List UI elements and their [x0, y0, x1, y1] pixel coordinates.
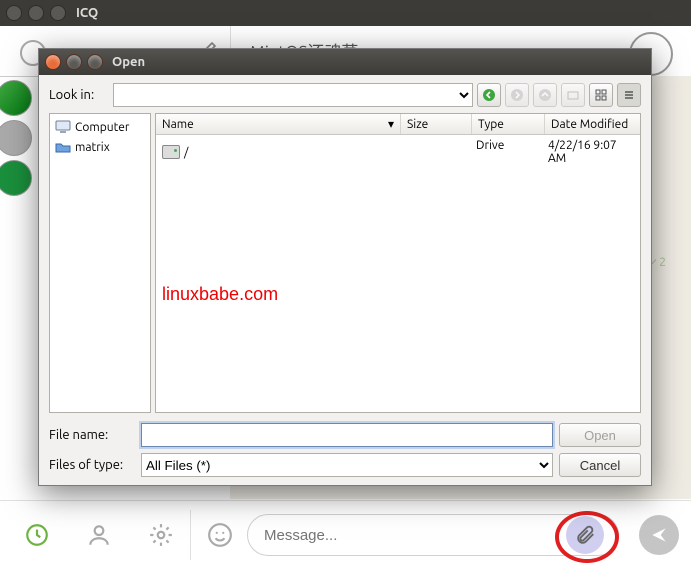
file-date: 4/22/16 9:07 AM: [542, 137, 640, 167]
sidebar-avatars: [0, 76, 30, 216]
window-close-icon[interactable]: [6, 5, 22, 21]
settings-icon[interactable]: [142, 516, 180, 554]
computer-icon: [55, 120, 71, 134]
recent-icon[interactable]: [18, 516, 56, 554]
cancel-button[interactable]: Cancel: [559, 453, 641, 477]
col-type[interactable]: Type: [472, 114, 545, 134]
bottom-bar: [0, 500, 691, 569]
look-in-label: Look in:: [49, 88, 109, 102]
filetype-select[interactable]: All Files (*): [141, 453, 553, 477]
emoji-icon[interactable]: [201, 516, 239, 554]
filename-label: File name:: [49, 428, 135, 442]
message-box[interactable]: [247, 514, 619, 556]
contact-avatar[interactable]: [0, 160, 32, 196]
filetype-label: Files of type:: [49, 458, 135, 472]
window-maximize-icon[interactable]: [50, 5, 66, 21]
file-size: [400, 137, 470, 167]
app-title: ICQ: [76, 6, 98, 20]
look-in-select[interactable]: [113, 83, 473, 107]
file-list-header: Name▾ Size Type Date Modified: [156, 114, 640, 135]
file-list[interactable]: Name▾ Size Type Date Modified / Drive 4/…: [155, 113, 641, 413]
forward-button: [505, 83, 529, 107]
col-size[interactable]: Size: [401, 114, 472, 134]
contacts-icon[interactable]: [80, 516, 118, 554]
app-titlebar: ICQ: [0, 0, 691, 26]
icon-view-button[interactable]: [589, 83, 613, 107]
file-name: /: [184, 146, 188, 159]
col-name[interactable]: Name▾: [156, 114, 401, 134]
places-sidebar: Computer matrix: [49, 113, 151, 413]
open-button: Open: [559, 423, 641, 447]
dialog-minimize-icon[interactable]: [66, 54, 82, 70]
back-button[interactable]: [477, 83, 501, 107]
new-folder-button: [561, 83, 585, 107]
dialog-close-icon[interactable]: [45, 54, 61, 70]
contact-avatar[interactable]: [0, 120, 32, 156]
message-input[interactable]: [262, 526, 566, 545]
window-minimize-icon[interactable]: [28, 5, 44, 21]
folder-icon: [55, 140, 71, 154]
filename-input[interactable]: [141, 423, 553, 447]
open-file-dialog: Open Look in: Computer matrix: [38, 48, 652, 486]
watermark-text: linuxbabe.com: [162, 284, 278, 305]
col-date[interactable]: Date Modified: [545, 114, 640, 134]
sort-indicator-icon: ▾: [388, 117, 394, 131]
dialog-maximize-icon[interactable]: [87, 54, 103, 70]
dialog-title: Open: [112, 55, 145, 69]
place-label: matrix: [75, 141, 110, 154]
send-button[interactable]: [639, 515, 679, 555]
list-view-button[interactable]: [617, 83, 641, 107]
dialog-titlebar: Open: [39, 49, 651, 75]
drive-icon: [162, 145, 180, 159]
up-button: [533, 83, 557, 107]
place-home[interactable]: matrix: [53, 137, 147, 157]
place-computer[interactable]: Computer: [53, 117, 147, 137]
attach-button[interactable]: [566, 516, 604, 554]
contact-avatar[interactable]: [0, 80, 32, 116]
file-type: Drive: [470, 137, 542, 167]
place-label: Computer: [75, 121, 129, 134]
bottom-divider: [190, 510, 191, 560]
file-row[interactable]: / Drive 4/22/16 9:07 AM: [156, 135, 640, 169]
